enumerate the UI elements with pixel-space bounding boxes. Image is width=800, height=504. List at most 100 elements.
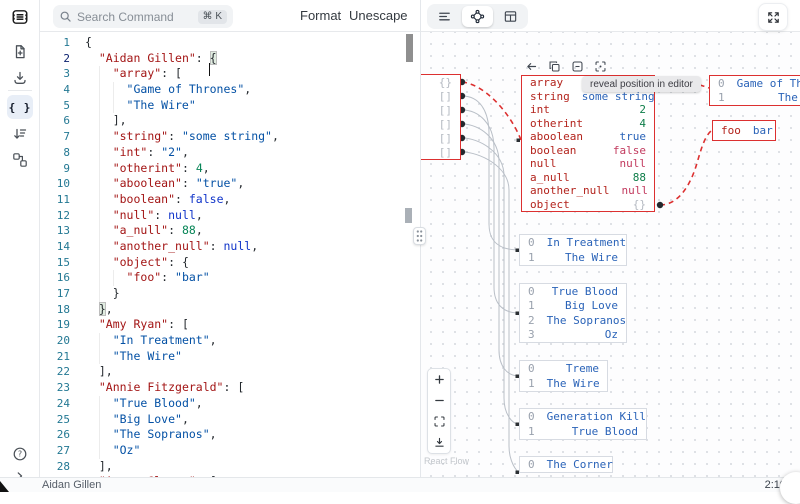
node-row[interactable]: []: [421, 145, 460, 159]
editor-line[interactable]: 17 }: [40, 286, 420, 302]
node-row[interactable]: nullnull: [522, 157, 654, 171]
node-row[interactable]: abooleantrue: [522, 130, 654, 144]
editor-line[interactable]: 11 "boolean": false,: [40, 192, 420, 208]
editor-line[interactable]: 1{: [40, 35, 420, 51]
graph-node-alexander[interactable]: 0Generation Kill1True Blood: [519, 408, 647, 440]
node-row[interactable]: 0Generation Kill: [520, 409, 646, 424]
new-document-button[interactable]: [7, 40, 33, 64]
code-text[interactable]: "int": "2",: [85, 145, 189, 161]
json-code-editor[interactable]: 1{2 "Aidan Gillen": {3 "array": [4 "Game…: [40, 32, 420, 477]
editor-scrollbar-thumb[interactable]: [406, 34, 413, 62]
graph-node-alice[interactable]: 0The Corner: [519, 456, 613, 473]
download-button[interactable]: [7, 66, 33, 90]
editor-line[interactable]: 26 "The Sopranos",: [40, 427, 420, 443]
editor-line[interactable]: 14 "another_null": null,: [40, 239, 420, 255]
focus-node-button[interactable]: [593, 59, 607, 73]
node-row[interactable]: 0The Corner: [520, 457, 612, 472]
code-text[interactable]: "The Wire": [85, 98, 196, 114]
node-row[interactable]: another_nullnull: [522, 184, 654, 198]
unescape-button[interactable]: Unescape: [349, 0, 408, 32]
code-text[interactable]: ],: [85, 113, 127, 129]
editor-line[interactable]: 19 "Amy Ryan": [: [40, 317, 420, 333]
app-logo[interactable]: [7, 5, 33, 29]
sidebar-item-sort[interactable]: [7, 122, 33, 146]
code-text[interactable]: "another_null": null,: [85, 239, 258, 255]
graph-canvas[interactable]: reveal position in editor {}[][][]rd[][]…: [421, 32, 800, 477]
editor-line[interactable]: 6 ],: [40, 113, 420, 129]
text-view-button[interactable]: [429, 6, 460, 27]
node-row[interactable]: otherint4: [522, 117, 654, 131]
code-text[interactable]: },: [85, 302, 113, 318]
copy-node-button[interactable]: [547, 59, 561, 73]
editor-line[interactable]: 20 "In Treatment",: [40, 333, 420, 349]
code-text[interactable]: "Aidan Gillen": {: [85, 51, 217, 67]
code-text[interactable]: "Oz": [85, 443, 140, 459]
editor-line[interactable]: 23 "Annie Fitzgerald": [: [40, 380, 420, 396]
corner-floating-button[interactable]: [780, 472, 800, 504]
code-text[interactable]: "null": null,: [85, 208, 203, 224]
code-text[interactable]: "Big Love",: [85, 412, 189, 428]
editor-line[interactable]: 22 ],: [40, 364, 420, 380]
code-text[interactable]: "Game of Thrones",: [85, 82, 251, 98]
editor-line[interactable]: 9 "otherint": 4,: [40, 161, 420, 177]
code-text[interactable]: }: [85, 286, 120, 302]
graph-node-annie[interactable]: 0True Blood1Big Love2The Sopranos3Oz: [519, 283, 627, 343]
node-row[interactable]: 3Oz: [520, 328, 626, 343]
code-text[interactable]: "The Wire": [85, 349, 182, 365]
node-row[interactable]: int2: [522, 103, 654, 117]
editor-line[interactable]: 12 "null": null,: [40, 208, 420, 224]
editor-line[interactable]: 16 "foo": "bar": [40, 270, 420, 286]
node-row[interactable]: 1Big Love: [520, 299, 626, 314]
node-row[interactable]: 1The Wire: [520, 250, 626, 265]
code-text[interactable]: "In Treatment",: [85, 333, 217, 349]
code-text[interactable]: "boolean": false,: [85, 192, 230, 208]
code-text[interactable]: "The Sopranos",: [85, 427, 217, 443]
editor-line[interactable]: 2 "Aidan Gillen": {: [40, 51, 420, 67]
node-row[interactable]: a_null88: [522, 171, 654, 185]
editor-line[interactable]: 27 "Oz": [40, 443, 420, 459]
node-row[interactable]: rd[]: [421, 131, 460, 145]
search-command-input[interactable]: Search Command ⌘ K: [53, 5, 233, 28]
code-text[interactable]: ],: [85, 459, 113, 475]
download-image-button[interactable]: [428, 432, 450, 453]
node-row[interactable]: []: [421, 103, 460, 117]
code-text[interactable]: "aboolean": "true",: [85, 176, 244, 192]
editor-line[interactable]: 18 },: [40, 302, 420, 318]
code-text[interactable]: "Amy Ryan": [: [85, 317, 189, 333]
node-row[interactable]: []: [421, 89, 460, 103]
collapse-node-button[interactable]: [570, 59, 584, 73]
node-row[interactable]: booleanfalse: [522, 144, 654, 158]
code-text[interactable]: "Annie Fitzgerald": [: [85, 380, 244, 396]
node-row[interactable]: foobar: [713, 121, 775, 140]
graph-node-got[interactable]: 0Game of Thrones1The Wire: [709, 75, 800, 106]
panel-resize-handle[interactable]: [413, 227, 426, 245]
editor-line[interactable]: 7 "string": "some string",: [40, 129, 420, 145]
node-row[interactable]: object{}: [522, 198, 654, 212]
node-row[interactable]: 1The Wire: [520, 376, 607, 391]
node-row[interactable]: 0Game of Thrones: [710, 76, 800, 91]
editor-line[interactable]: 5 "The Wire": [40, 98, 420, 114]
code-text[interactable]: "object": {: [85, 255, 189, 271]
editor-line[interactable]: 24 "True Blood",: [40, 396, 420, 412]
graph-node-anwan[interactable]: 0Treme1The Wire: [519, 360, 608, 392]
editor-line[interactable]: 4 "Game of Thrones",: [40, 82, 420, 98]
editor-line[interactable]: 13 "a_null": 88,: [40, 223, 420, 239]
editor-line[interactable]: 15 "object": {: [40, 255, 420, 271]
code-text[interactable]: ],: [85, 364, 113, 380]
node-row[interactable]: 0True Blood: [520, 284, 626, 299]
editor-line[interactable]: 28 ],: [40, 459, 420, 475]
code-text[interactable]: "foo": "bar": [85, 270, 210, 286]
graph-node-root[interactable]: {}[][][]rd[][]: [421, 74, 461, 160]
code-text[interactable]: "array": [: [85, 66, 182, 82]
code-text[interactable]: "a_null": 88,: [85, 223, 203, 239]
code-text[interactable]: "string": "some string",: [85, 129, 279, 145]
zoom-in-button[interactable]: [428, 369, 450, 390]
fullscreen-button[interactable]: [758, 3, 788, 31]
graph-node-aidan[interactable]: array[]stringsome stringint2otherint4abo…: [521, 75, 655, 212]
graph-view-button[interactable]: [462, 6, 493, 27]
node-row[interactable]: 1The Wire: [710, 91, 800, 106]
table-view-button[interactable]: [495, 6, 526, 27]
editor-line[interactable]: 3 "array": [: [40, 66, 420, 82]
code-text[interactable]: "True Blood",: [85, 396, 203, 412]
code-text[interactable]: "otherint": 4,: [85, 161, 210, 177]
